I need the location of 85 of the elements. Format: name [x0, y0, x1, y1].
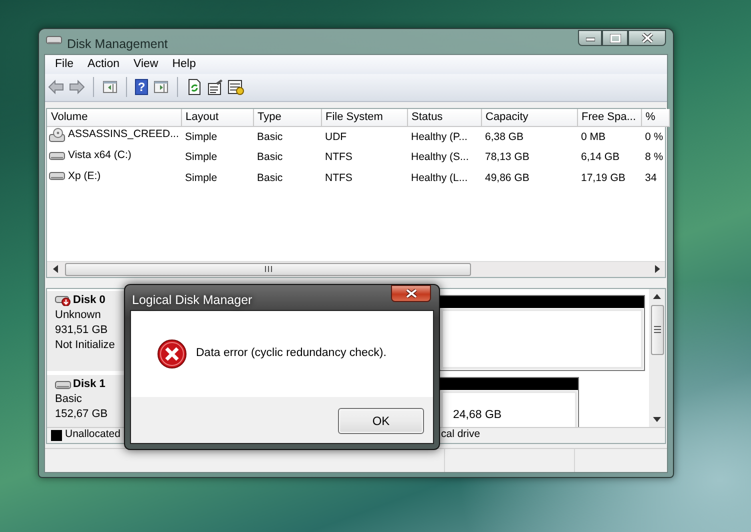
table-cell-text: Simple [184, 170, 218, 186]
table-cell: Basic [253, 126, 321, 148]
table-cell-text: NTFS [324, 170, 354, 186]
forward-arrow-icon [69, 79, 85, 96]
close-icon [642, 33, 652, 43]
maximize-button[interactable] [602, 30, 628, 46]
table-cell-text: 78,13 GB [484, 150, 530, 166]
error-message: Data error (cyclic redundancy check). [196, 346, 386, 362]
column-header[interactable]: File System [321, 108, 407, 127]
settings-button[interactable] [228, 79, 244, 96]
table-cell: 0 MB [577, 126, 641, 148]
properties-icon [207, 79, 223, 96]
table-cell: 6,38 GB [481, 126, 577, 148]
legend-label: Unallocated [65, 427, 120, 442]
ok-button[interactable]: OK [338, 408, 424, 434]
console-tree-button[interactable] [102, 79, 118, 96]
window-title: Disk Management [67, 36, 168, 53]
table-cell-text: Healthy (S... [410, 150, 470, 166]
table-cell-text: NTFS [324, 150, 354, 166]
properties-button[interactable] [207, 79, 223, 96]
settings-icon [228, 79, 244, 96]
menu-item[interactable]: Help [165, 56, 203, 73]
table-cell-text: 17,19 GB [580, 170, 626, 186]
table-cell-text: Vista x64 (C:) [68, 148, 132, 163]
table-cell-text: 34 [644, 170, 658, 186]
menu-item[interactable]: Action [80, 56, 126, 73]
scrollbar-thumb[interactable] [650, 304, 664, 355]
table-cell-text: Basic [256, 150, 284, 166]
table-cell: Simple [181, 126, 253, 148]
column-header[interactable]: Type [253, 108, 321, 127]
disk-info: Not Initialize [55, 338, 116, 353]
partition-block[interactable]: 24,68 GB [439, 376, 579, 427]
refresh-button[interactable] [186, 79, 202, 96]
down-arrow-icon [653, 416, 661, 422]
menu-item[interactable]: File [48, 56, 81, 73]
column-header[interactable]: Volume [47, 108, 181, 127]
menu-item[interactable]: View [126, 56, 166, 73]
table-cell: UDF [321, 126, 407, 148]
column-header[interactable]: Free Spa... [577, 108, 641, 127]
table-cell-text: 49,86 GB [484, 170, 530, 186]
help-button[interactable]: ? [135, 79, 148, 96]
disk-drive-icon [46, 34, 62, 46]
disk-info: Unknown [55, 308, 102, 323]
back-button[interactable] [48, 79, 64, 96]
maximize-icon [610, 34, 620, 42]
refresh-icon [186, 79, 202, 96]
disk-info: Basic [55, 392, 83, 407]
disk-drive-icon [55, 378, 72, 390]
scrollbar-thumb[interactable] [65, 262, 471, 276]
close-button[interactable] [391, 285, 431, 302]
forward-button[interactable] [69, 79, 85, 96]
column-header[interactable]: Status [407, 108, 481, 127]
partition-size: 24,68 GB [453, 408, 502, 421]
cd-drive-icon [49, 128, 65, 142]
table-cell-text: 6,14 GB [580, 150, 621, 166]
table-cell-text: Healthy (L... [410, 170, 469, 186]
table-cell-text: Simple [184, 150, 218, 166]
disk-name: Disk 1 [73, 376, 106, 392]
up-arrow-icon [653, 294, 661, 299]
disk-info: 931,51 GB [55, 322, 109, 338]
minimize-button[interactable] [578, 30, 602, 46]
table-cell-text: 8 % [644, 150, 664, 166]
disk-warning-icon [55, 294, 72, 306]
left-arrow-icon [52, 265, 58, 274]
panel-icon [153, 79, 169, 96]
close-button[interactable] [628, 30, 666, 46]
table-cell-text: Basic [256, 170, 284, 186]
column-header[interactable]: Layout [181, 108, 253, 127]
column-header[interactable]: Capacity [481, 108, 577, 127]
disk-name: Disk 0 [73, 292, 106, 308]
table-cell: 0 % [641, 126, 669, 148]
back-arrow-icon [48, 79, 64, 96]
action-pane-button[interactable] [153, 79, 169, 96]
error-icon [157, 339, 187, 369]
close-icon [406, 289, 416, 298]
table-cell: Healthy (P... [407, 126, 481, 148]
dialog-title: Logical Disk Manager [132, 292, 252, 309]
column-header[interactable]: % [641, 108, 669, 127]
table-cell-text: Xp (E:) [68, 168, 101, 184]
right-arrow-icon [654, 265, 660, 274]
disk-info: 152,67 GB [55, 406, 109, 422]
panel-icon [102, 79, 118, 96]
table-cell-text: ASSASSINS_CREED... [68, 127, 179, 142]
legend-label: cal drive [441, 427, 480, 442]
partition-block[interactable] [439, 294, 645, 371]
